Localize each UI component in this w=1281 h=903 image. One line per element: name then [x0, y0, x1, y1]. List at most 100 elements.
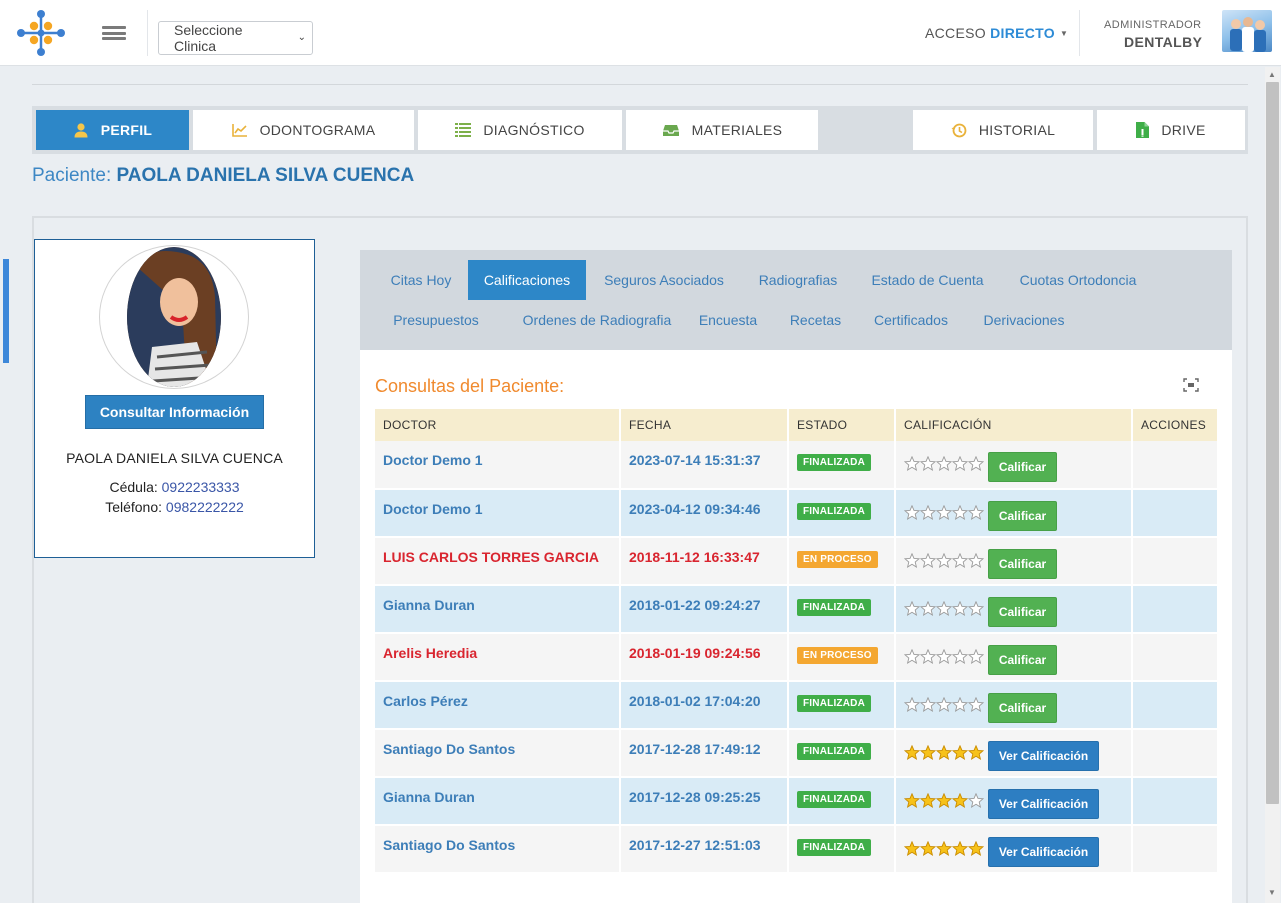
estado-cell: EN PROCESO [788, 633, 896, 682]
subtab-cuotas-ortodoncia[interactable]: Cuotas Ortodoncia [1004, 260, 1152, 300]
expand-icon[interactable] [1183, 378, 1199, 392]
calificar-button[interactable]: Calificar [988, 549, 1057, 579]
table-row: LUIS CARLOS TORRES GARCIA 2018-11-12 16:3… [375, 537, 1219, 586]
scroll-down-arrow-icon[interactable]: ▼ [1268, 888, 1276, 897]
tab-diagnostico[interactable]: DIAGNÓSTICO [418, 110, 622, 150]
admin-avatar[interactable] [1222, 10, 1272, 52]
ver-calificacion-button[interactable]: Ver Calificación [988, 837, 1099, 867]
fecha-cell: 2018-01-02 17:04:20 [620, 681, 789, 730]
tab-perfil[interactable]: PERFIL [36, 110, 189, 150]
status-badge: FINALIZADA [797, 695, 871, 712]
star-icon [904, 841, 920, 856]
doctor-cell[interactable]: Gianna Duran [375, 585, 621, 634]
patient-name: PAOLA DANIELA SILVA CUENCA [116, 165, 415, 186]
doctor-cell[interactable]: Carlos Pérez [375, 681, 621, 730]
star-icon [936, 697, 952, 712]
estado-cell: FINALIZADA [788, 777, 896, 826]
star-rating [904, 649, 984, 664]
patient-avatar [99, 245, 249, 389]
subtab-seguros-asociados[interactable]: Seguros Asociados [591, 260, 737, 300]
table-row: Santiago Do Santos 2017-12-27 12:51:03 FIN… [375, 825, 1219, 874]
app-logo[interactable] [16, 9, 66, 57]
subtab-ordenes-radiografia[interactable]: Ordenes de Radiografia [504, 300, 690, 340]
subtab-encuesta[interactable]: Encuesta [687, 300, 769, 340]
table-row: Santiago Do Santos 2017-12-28 17:49:12 FIN… [375, 729, 1219, 778]
clinic-select[interactable]: Seleccione Clinica ⌄ [158, 21, 313, 55]
table-row: Carlos Pérez 2018-01-02 17:04:20 FINALIZAD… [375, 681, 1219, 730]
status-badge: EN PROCESO [797, 551, 878, 568]
col-calificacion[interactable]: CALIFICACIÓN [895, 409, 1133, 441]
patient-photo [127, 247, 221, 387]
list-icon [455, 123, 472, 137]
doctor-cell[interactable]: LUIS CARLOS TORRES GARCIA [375, 537, 621, 586]
doctor-cell[interactable]: Santiago Do Santos [375, 825, 621, 874]
scrollbar-thumb[interactable] [1266, 82, 1279, 804]
user-icon [74, 123, 88, 138]
subtab-presupuestos[interactable]: Presupuestos [375, 300, 497, 340]
doctor-cell[interactable]: Doctor Demo 1 [375, 489, 621, 538]
subtab-certificados[interactable]: Certificados [861, 300, 961, 340]
acceso-directo-dropdown[interactable]: ACCESO DIRECTO ▼ [925, 25, 1068, 41]
file-icon [1136, 122, 1150, 138]
telefono-row: Teléfono: 0982222222 [35, 499, 314, 515]
star-icon [968, 601, 984, 616]
status-badge: FINALIZADA [797, 839, 871, 856]
star-icon [968, 697, 984, 712]
calificar-button[interactable]: Calificar [988, 693, 1057, 723]
fecha-cell: 2023-07-14 15:31:37 [620, 441, 789, 490]
star-icon [936, 601, 952, 616]
table-row: Doctor Demo 1 2023-04-12 09:34:46 FINALIZA… [375, 489, 1219, 538]
subtab-citas-hoy[interactable]: Citas Hoy [375, 260, 467, 300]
table-header: DOCTOR FECHA ESTADO CALIFICACIÓN ACCIONE… [375, 409, 1219, 441]
col-estado[interactable]: ESTADO [788, 409, 896, 441]
star-icon [920, 505, 936, 520]
col-fecha[interactable]: FECHA [620, 409, 789, 441]
table-row: Doctor Demo 1 2023-07-14 15:31:37 FINALIZA… [375, 441, 1219, 490]
admin-name[interactable]: DENTALBY [1124, 34, 1202, 50]
subtab-recetas[interactable]: Recetas [779, 300, 852, 340]
col-doctor[interactable]: DOCTOR [375, 409, 621, 441]
calificacion-cell: Calificar [895, 489, 1133, 538]
top-navbar: Seleccione Clinica ⌄ ACCESO DIRECTO ▼ ADM… [0, 0, 1281, 66]
star-rating [904, 553, 984, 568]
scroll-up-arrow-icon[interactable]: ▲ [1268, 70, 1276, 79]
ver-calificacion-button[interactable]: Ver Calificación [988, 789, 1099, 819]
calificar-button[interactable]: Calificar [988, 645, 1057, 675]
ver-calificacion-button[interactable]: Ver Calificación [988, 741, 1099, 771]
calificacion-cell: Ver Calificación [895, 825, 1133, 874]
cedula-value[interactable]: 0922233333 [162, 479, 240, 495]
calificar-button[interactable]: Calificar [988, 597, 1057, 627]
star-rating [904, 601, 984, 616]
estado-cell: FINALIZADA [788, 729, 896, 778]
calificacion-cell: Ver Calificación [895, 777, 1133, 826]
subtab-calificaciones[interactable]: Calificaciones [468, 260, 586, 300]
tab-historial[interactable]: HISTORIAL [913, 110, 1093, 150]
tab-drive[interactable]: DRIVE [1097, 110, 1245, 150]
doctor-cell[interactable]: Doctor Demo 1 [375, 441, 621, 490]
acciones-cell [1132, 681, 1219, 730]
doctor-cell[interactable]: Arelis Heredia [375, 633, 621, 682]
col-acciones[interactable]: ACCIONES [1132, 409, 1219, 441]
status-badge: EN PROCESO [797, 647, 878, 664]
doctor-cell[interactable]: Santiago Do Santos [375, 729, 621, 778]
subtab-derivaciones[interactable]: Derivaciones [972, 300, 1076, 340]
estado-cell: EN PROCESO [788, 537, 896, 586]
chevron-down-icon: ⌄ [297, 32, 306, 43]
menu-toggle-icon[interactable] [102, 26, 126, 40]
doctor-cell[interactable]: Gianna Duran [375, 777, 621, 826]
acceso-highlight: DIRECTO [990, 25, 1055, 41]
calificacion-cell: Calificar [895, 537, 1133, 586]
consult-info-button[interactable]: Consultar Información [85, 395, 264, 429]
star-rating [904, 841, 984, 856]
subtab-radiografias[interactable]: Radiografias [744, 260, 852, 300]
estado-cell: FINALIZADA [788, 441, 896, 490]
telefono-value[interactable]: 0982222222 [166, 499, 244, 515]
fecha-cell: 2018-01-22 09:24:27 [620, 585, 789, 634]
star-icon [952, 649, 968, 664]
calificar-button[interactable]: Calificar [988, 452, 1057, 482]
tab-odontograma[interactable]: ODONTOGRAMA [193, 110, 414, 150]
tab-materiales[interactable]: MATERIALES [626, 110, 818, 150]
calificar-button[interactable]: Calificar [988, 501, 1057, 531]
subtab-estado-de-cuenta[interactable]: Estado de Cuenta [859, 260, 996, 300]
cedula-row: Cédula: 0922233333 [35, 479, 314, 495]
